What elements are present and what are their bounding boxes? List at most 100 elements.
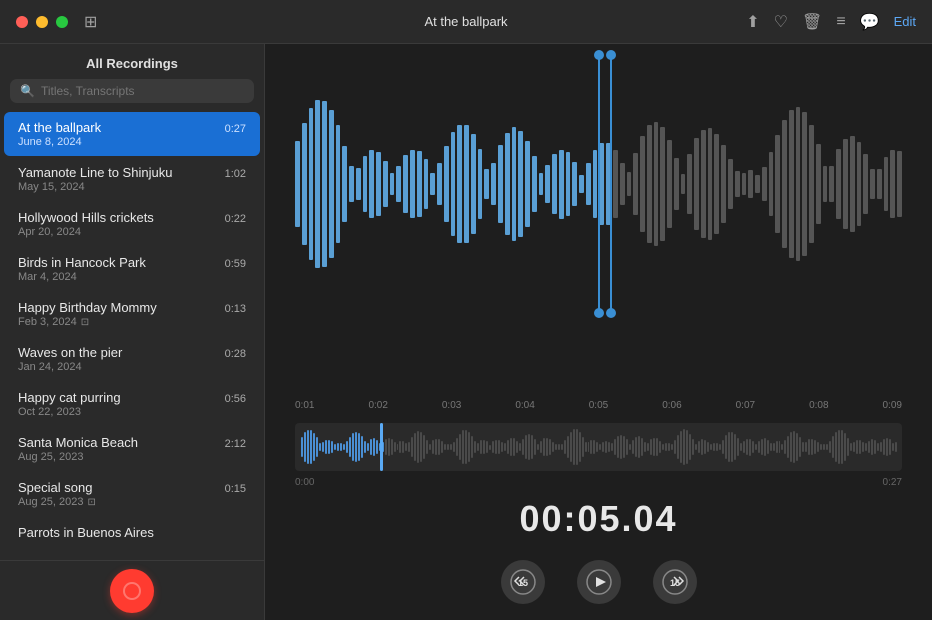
playhead-line[interactable] xyxy=(598,54,600,314)
play-button[interactable] xyxy=(577,560,621,604)
search-input[interactable] xyxy=(41,84,244,98)
mini-bar-93 xyxy=(579,432,581,462)
main-layout: All Recordings 🔍 At the ballpark0:27June… xyxy=(0,44,932,620)
trash-icon[interactable]: 🗑 xyxy=(802,12,822,32)
recording-item-3[interactable]: Birds in Hancock Park0:59Mar 4, 2024 xyxy=(4,247,260,291)
waveform-bar-42 xyxy=(579,175,584,192)
mini-bar-133 xyxy=(698,441,700,453)
waveform-bar-15 xyxy=(396,166,401,201)
mini-bar-188 xyxy=(862,442,864,451)
recording-item-5[interactable]: Waves on the pier0:28Jan 24, 2024 xyxy=(4,337,260,381)
mini-bar-81 xyxy=(543,438,545,455)
mini-bar-49 xyxy=(447,444,449,451)
mini-bar-94 xyxy=(582,437,584,457)
waveform-bar-60 xyxy=(701,130,706,239)
mini-bar-70 xyxy=(510,438,512,456)
mini-bar-141 xyxy=(722,440,724,455)
mini-bar-145 xyxy=(734,434,736,461)
mini-bar-2 xyxy=(307,430,309,464)
waveform-bar-69 xyxy=(762,167,767,201)
recording-item-1[interactable]: Yamanote Line to Shinjuku1:02May 15, 202… xyxy=(4,157,260,201)
list-icon[interactable]: ≡ xyxy=(836,13,845,31)
share-icon[interactable]: ⬆ xyxy=(746,12,759,32)
recording-item-2[interactable]: Hollywood Hills crickets0:22Apr 20, 2024 xyxy=(4,202,260,246)
mini-waveform-container[interactable] xyxy=(265,415,932,475)
mini-bar-154 xyxy=(761,439,763,456)
waveform-bar-62 xyxy=(714,134,719,234)
mini-bar-64 xyxy=(492,441,494,452)
recording-title-9: Parrots in Buenos Aires xyxy=(18,525,154,540)
transcript-icon-8: ⊡ xyxy=(87,497,95,508)
maximize-button[interactable] xyxy=(56,16,68,28)
mini-bar-37 xyxy=(411,437,413,457)
waveform-bar-77 xyxy=(816,144,821,223)
record-button[interactable] xyxy=(110,569,154,613)
favorite-icon[interactable]: ♡ xyxy=(774,12,788,32)
forward-button[interactable]: 15 xyxy=(653,560,697,604)
mini-bar-96 xyxy=(588,442,590,451)
waveform-bar-50 xyxy=(633,153,638,215)
mini-bar-109 xyxy=(626,439,628,454)
timer-display: 00:05.04 xyxy=(265,490,932,552)
main-waveform-area[interactable] xyxy=(265,44,932,396)
mini-bar-3 xyxy=(310,430,312,464)
mini-bar-10 xyxy=(331,441,333,452)
mini-bar-157 xyxy=(770,443,772,450)
time-marker-2: 0:03 xyxy=(442,400,461,411)
recording-item-0[interactable]: At the ballpark0:27June 8, 2024 xyxy=(4,112,260,156)
mini-bar-53 xyxy=(459,434,461,461)
main-waveform[interactable] xyxy=(295,54,902,314)
waveform-bar-24 xyxy=(457,125,462,244)
waveform-bar-70 xyxy=(769,152,774,216)
mini-bar-139 xyxy=(716,443,718,451)
mini-bar-105 xyxy=(614,439,616,454)
mini-bar-120 xyxy=(659,441,661,453)
recording-item-9[interactable]: Parrots in Buenos Aires xyxy=(4,517,260,549)
mini-bar-137 xyxy=(710,444,712,450)
mini-bar-6 xyxy=(319,443,321,452)
recording-duration-3: 0:59 xyxy=(225,258,246,270)
recording-title-7: Santa Monica Beach xyxy=(18,435,138,450)
mini-waveform[interactable] xyxy=(295,423,902,471)
playhead-line[interactable] xyxy=(610,54,612,314)
content-area: 0:010:020:030:040:050:060:070:080:09 0:0… xyxy=(265,44,932,620)
mini-bar-91 xyxy=(573,429,575,465)
mini-bar-185 xyxy=(853,442,855,452)
recording-title-6: Happy cat purring xyxy=(18,390,121,405)
recording-item-4[interactable]: Happy Birthday Mommy0:13Feb 3, 2024⊡ xyxy=(4,292,260,336)
waveform-bar-71 xyxy=(775,135,780,233)
waveform-bar-18 xyxy=(417,151,422,217)
mini-bar-17 xyxy=(352,433,354,461)
search-box[interactable]: 🔍 xyxy=(10,79,254,103)
waveform-bar-11 xyxy=(369,150,374,217)
recording-item-8[interactable]: Special song0:15Aug 25, 2023⊡ xyxy=(4,472,260,516)
waveform-bar-51 xyxy=(640,136,645,232)
mini-bar-63 xyxy=(489,445,491,450)
mini-bar-28 xyxy=(385,439,387,455)
sidebar-toggle-icon[interactable]: ⊞ xyxy=(84,12,97,32)
mini-bar-45 xyxy=(435,439,437,456)
minimize-button[interactable] xyxy=(36,16,48,28)
mini-bar-183 xyxy=(847,438,849,457)
recording-item-7[interactable]: Santa Monica Beach2:12Aug 25, 2023 xyxy=(4,427,260,471)
recording-title-4: Happy Birthday Mommy xyxy=(18,300,157,315)
recording-item-6[interactable]: Happy cat purring0:56Oct 22, 2023 xyxy=(4,382,260,426)
playhead-top-dot xyxy=(594,50,604,60)
waveform-bar-75 xyxy=(802,112,807,256)
close-button[interactable] xyxy=(16,16,28,28)
rewind-button[interactable]: 15 xyxy=(501,560,545,604)
waveform-bar-85 xyxy=(870,169,875,199)
waveform-bar-65 xyxy=(735,171,740,196)
recording-date-2: Apr 20, 2024 xyxy=(18,226,81,238)
mini-bar-182 xyxy=(844,433,846,461)
mini-bar-89 xyxy=(567,436,569,458)
recording-duration-1: 1:02 xyxy=(225,168,246,180)
mini-bar-190 xyxy=(868,441,870,454)
edit-button[interactable]: Edit xyxy=(894,14,916,29)
mini-bar-1 xyxy=(304,432,306,461)
waveform-bar-74 xyxy=(796,107,801,262)
waveform-bar-33 xyxy=(518,131,523,238)
bubble-icon[interactable]: 💬 xyxy=(860,12,880,32)
mini-bar-95 xyxy=(585,442,587,452)
mini-bar-189 xyxy=(865,443,867,450)
